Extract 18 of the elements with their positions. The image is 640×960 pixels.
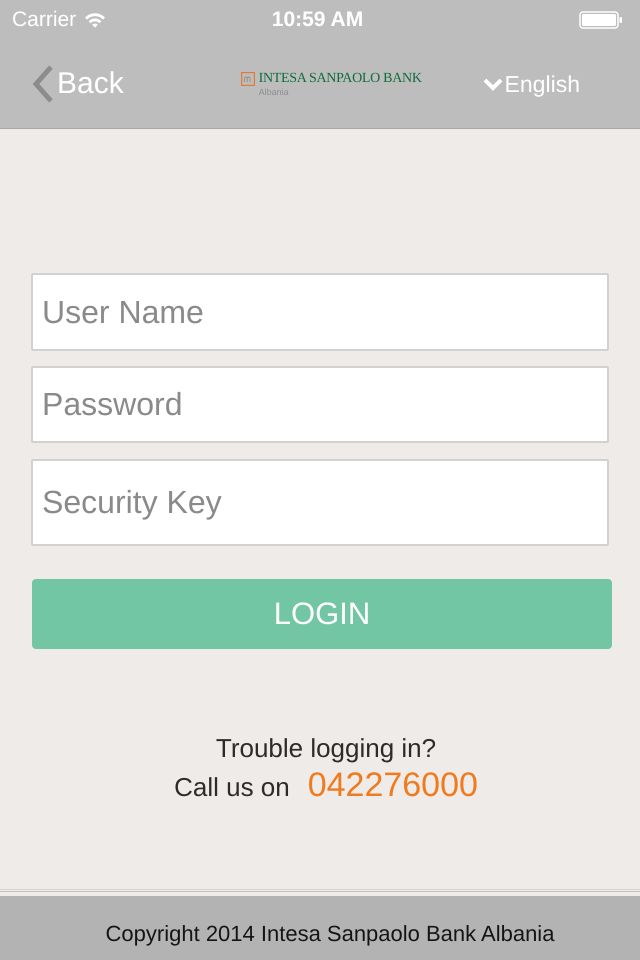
logo-mark-icon — [240, 72, 255, 86]
battery-icon — [579, 11, 624, 29]
carrier-name: Carrier — [12, 8, 76, 32]
call-label: Call us on — [174, 772, 290, 803]
back-button[interactable]: Back — [32, 64, 124, 104]
back-chevron-icon — [32, 64, 54, 104]
input-field[interactable]: Security Key — [31, 459, 609, 546]
help-question: Trouble logging in? — [216, 733, 436, 763]
login-button[interactable]: LOGIN — [32, 579, 612, 649]
clock-time: 10:59 AM — [270, 8, 364, 32]
input-field[interactable]: Password — [31, 366, 609, 443]
wifi-icon — [84, 12, 106, 28]
input-field[interactable]: User Name — [31, 273, 609, 351]
copyright-text: Copyright 2014 Intesa Sanpaolo Bank Albania — [106, 921, 554, 947]
language-selector[interactable]: English — [482, 70, 580, 98]
phone-link[interactable]: 042276000 — [308, 766, 478, 805]
bank-logo-name: INTESA SANPAOLO BANK — [258, 70, 422, 86]
chevron-down-icon — [482, 77, 503, 91]
